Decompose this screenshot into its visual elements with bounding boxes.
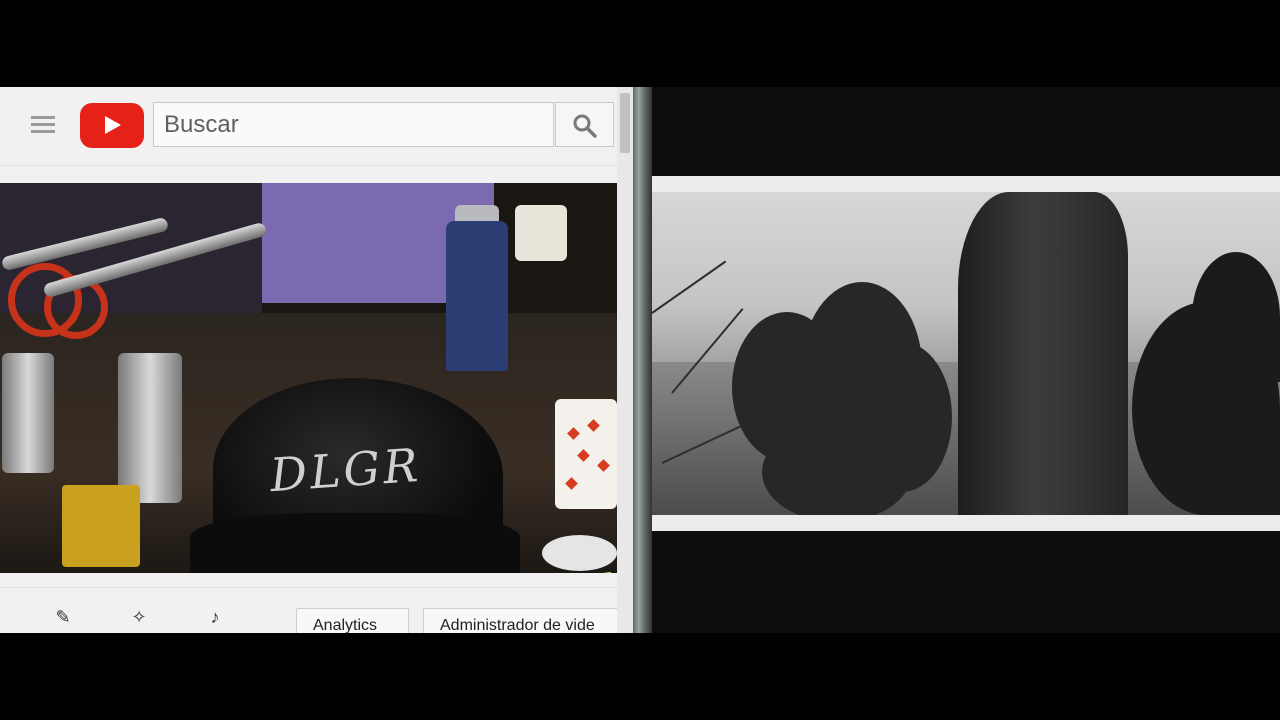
paper-roll: [542, 535, 617, 571]
video-player-pane: [652, 87, 1280, 633]
tree-canopy: [762, 422, 912, 515]
letterbox-bottom-bar: [0, 633, 1280, 720]
paint-jar: [515, 205, 567, 261]
mug: [555, 399, 617, 509]
bare-branch: [652, 260, 727, 314]
video-thumbnail[interactable]: DLGR: [0, 183, 617, 573]
tree-trunk: [958, 192, 1128, 515]
youtube-header: [0, 87, 617, 166]
paint-bottle: [2, 353, 54, 473]
search-button[interactable]: [555, 102, 614, 147]
airbrush-compressor: [62, 485, 140, 567]
music-note-icon[interactable]: ♪: [204, 606, 226, 628]
letterbox-top-bar: [0, 0, 1280, 87]
pencil-icon[interactable]: ✎: [52, 606, 74, 628]
scrollbar-thumb[interactable]: [620, 93, 630, 153]
video-player[interactable]: [652, 192, 1280, 515]
banana-leaves: [1192, 252, 1280, 382]
analytics-button[interactable]: Analytics: [296, 608, 409, 633]
pane-divider[interactable]: [633, 87, 652, 633]
cap-brim: [190, 513, 520, 573]
magic-wand-icon[interactable]: ✧: [128, 606, 150, 628]
video-toolbar: ✎ ✧ ♪ Analytics Administrador de vide: [0, 587, 623, 633]
spray-can: [446, 221, 508, 371]
paint-bottle: [118, 353, 182, 503]
search-icon: [573, 114, 597, 138]
video-manager-button[interactable]: Administrador de vide: [423, 608, 623, 633]
graffiti-tag: DLGR: [268, 437, 423, 503]
youtube-play-icon: [105, 116, 121, 134]
search-input[interactable]: [153, 102, 554, 147]
hamburger-menu-icon[interactable]: [31, 116, 55, 136]
vertical-scrollbar[interactable]: [617, 87, 633, 633]
youtube-logo[interactable]: [80, 103, 144, 148]
youtube-browser-pane: DLGR ✎ ✧ ♪ Analytics Administrador de vi…: [0, 87, 633, 633]
